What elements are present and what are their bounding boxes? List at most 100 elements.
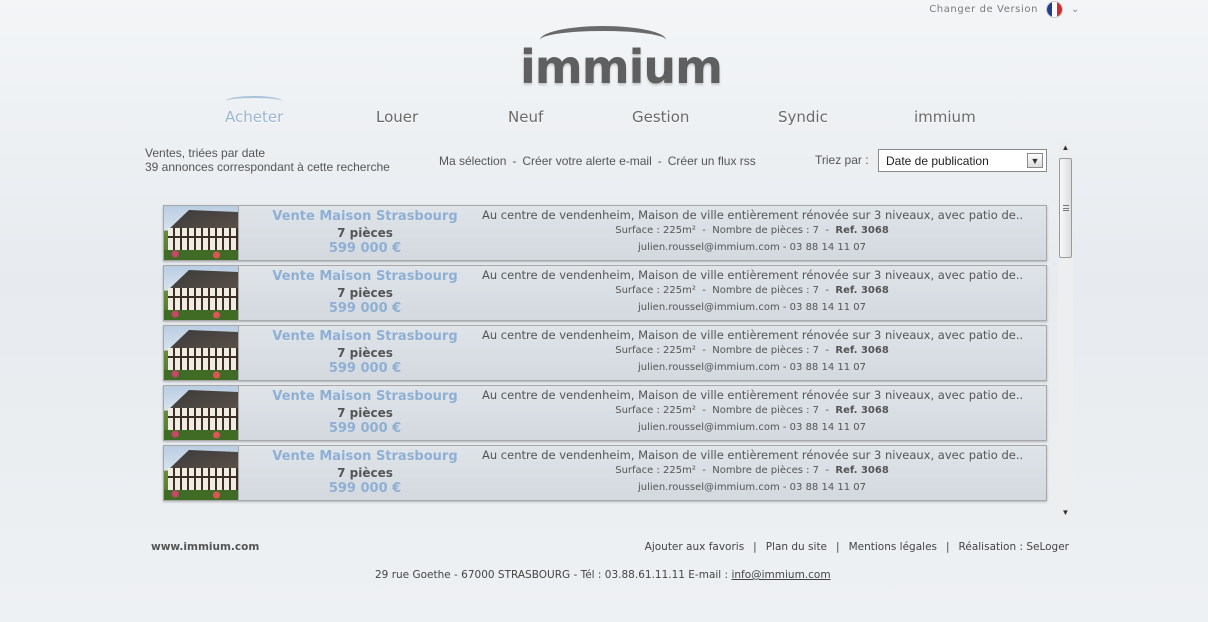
footer-links: Ajouter aux favoris | Plan du site | Mention… bbox=[645, 541, 1069, 553]
house-photo[interactable] bbox=[164, 206, 239, 260]
house-photo[interactable] bbox=[164, 446, 239, 500]
rss-link[interactable]: Créer un flux rss bbox=[668, 154, 756, 168]
listing-contact: julien.roussel@immium.com - 03 88 14 11 … bbox=[638, 422, 866, 433]
listing-room-count: Nombre de pièces : 7 bbox=[712, 285, 820, 296]
listing-title[interactable]: Vente Maison Strasbourg bbox=[240, 389, 490, 404]
nav-item-neuf[interactable]: Neuf bbox=[508, 108, 543, 126]
contact-email-link[interactable]: info@immium.com bbox=[731, 569, 830, 581]
listing-rooms: 7 pièces bbox=[337, 466, 393, 480]
listing-list: Vente Maison Strasbourg 7 pièces 599 000… bbox=[163, 205, 1047, 505]
scroll-up-icon[interactable]: ▲ bbox=[1058, 140, 1073, 155]
nav-item-louer[interactable]: Louer bbox=[376, 108, 418, 126]
nav-item-immium[interactable]: immium bbox=[914, 108, 976, 126]
dropdown-arrow-icon[interactable]: ▼ bbox=[1027, 153, 1043, 168]
listing-room-count: Nombre de pièces : 7 bbox=[712, 405, 820, 416]
listing-price: 599 000 € bbox=[328, 421, 402, 436]
house-photo[interactable] bbox=[164, 326, 239, 380]
main-nav: Acheter Louer Neuf Gestion Syndic immium bbox=[192, 96, 1006, 132]
listing-price: 599 000 € bbox=[328, 241, 402, 256]
listing-meta: Surface : 225m² - Nombre de pièces : 7 -… bbox=[615, 285, 889, 296]
listing-description: Au centre de vendenheim, Maison de ville… bbox=[482, 388, 1022, 402]
listing-room-count: Nombre de pièces : 7 bbox=[712, 225, 820, 236]
nav-item-gestion[interactable]: Gestion bbox=[632, 108, 689, 126]
scrollbar[interactable]: ▲ ▼ bbox=[1058, 140, 1073, 520]
nav-item-acheter[interactable]: Acheter bbox=[225, 108, 283, 126]
listing-room-count: Nombre de pièces : 7 bbox=[712, 345, 820, 356]
separator: - bbox=[657, 154, 662, 168]
chevron-down-icon[interactable]: ⌄ bbox=[1071, 4, 1080, 15]
email-alert-link[interactable]: Créer votre alerte e-mail bbox=[522, 154, 651, 168]
results-count: 39 annonces correspondant à cette recher… bbox=[145, 160, 390, 174]
listing-description: Au centre de vendenheim, Maison de ville… bbox=[482, 208, 1022, 222]
listing-title[interactable]: Vente Maison Strasbourg bbox=[240, 209, 490, 224]
active-tab-arc bbox=[226, 96, 282, 106]
footer-address: 29 rue Goethe - 67000 STRASBOURG - Tél :… bbox=[375, 569, 831, 581]
grip-icon bbox=[1063, 205, 1069, 211]
listing-surface: Surface : 225m² bbox=[615, 405, 696, 416]
listing-card[interactable]: Vente Maison Strasbourg 7 pièces 599 000… bbox=[163, 325, 1047, 381]
listing-title[interactable]: Vente Maison Strasbourg bbox=[240, 329, 490, 344]
listing-surface: Surface : 225m² bbox=[615, 465, 696, 476]
listing-meta: Surface : 225m² - Nombre de pièces : 7 -… bbox=[615, 225, 889, 236]
footer-site-url[interactable]: www.immium.com bbox=[151, 541, 259, 553]
legal-link[interactable]: Mentions légales bbox=[849, 541, 937, 553]
add-favorites-link[interactable]: Ajouter aux favoris bbox=[645, 541, 745, 553]
listing-description: Au centre de vendenheim, Maison de ville… bbox=[482, 328, 1022, 342]
listing-surface: Surface : 225m² bbox=[615, 345, 696, 356]
listing-contact: julien.roussel@immium.com - 03 88 14 11 … bbox=[638, 482, 866, 493]
listing-room-count: Nombre de pièces : 7 bbox=[712, 465, 820, 476]
logo[interactable]: immium bbox=[518, 26, 723, 94]
listing-contact: julien.roussel@immium.com - 03 88 14 11 … bbox=[638, 362, 866, 373]
listing-rooms: 7 pièces bbox=[337, 346, 393, 360]
version-switcher[interactable]: Changer de Version ⌄ bbox=[929, 1, 1080, 18]
listing-surface: Surface : 225m² bbox=[615, 285, 696, 296]
sitemap-link[interactable]: Plan du site bbox=[766, 541, 827, 553]
listing-surface: Surface : 225m² bbox=[615, 225, 696, 236]
listing-ref: Ref. 3068 bbox=[835, 285, 889, 296]
results-sort-caption: Ventes, triées par date bbox=[145, 146, 266, 160]
logo-text: immium bbox=[520, 40, 723, 94]
listing-title[interactable]: Vente Maison Strasbourg bbox=[240, 449, 490, 464]
listing-price: 599 000 € bbox=[328, 481, 402, 496]
separator: | bbox=[946, 541, 950, 553]
listing-ref: Ref. 3068 bbox=[835, 465, 889, 476]
version-label[interactable]: Changer de Version bbox=[929, 4, 1038, 15]
scroll-down-icon[interactable]: ▼ bbox=[1058, 505, 1073, 520]
listing-card[interactable]: Vente Maison Strasbourg 7 pièces 599 000… bbox=[163, 385, 1047, 441]
my-selection-link[interactable]: Ma sélection bbox=[439, 154, 506, 168]
listing-meta: Surface : 225m² - Nombre de pièces : 7 -… bbox=[615, 345, 889, 356]
results-summary: Ventes, triées par date 39 annonces corr… bbox=[145, 146, 390, 174]
listing-ref: Ref. 3068 bbox=[835, 225, 889, 236]
listing-rooms: 7 pièces bbox=[337, 286, 393, 300]
listing-ref: Ref. 3068 bbox=[835, 345, 889, 356]
listing-contact: julien.roussel@immium.com - 03 88 14 11 … bbox=[638, 302, 866, 313]
house-photo[interactable] bbox=[164, 386, 239, 440]
listing-meta: Surface : 225m² - Nombre de pièces : 7 -… bbox=[615, 465, 889, 476]
house-photo[interactable] bbox=[164, 266, 239, 320]
listing-price: 599 000 € bbox=[328, 361, 402, 376]
action-links: Ma sélection - Créer votre alerte e-mail - C… bbox=[439, 154, 756, 168]
separator: - bbox=[512, 154, 517, 168]
nav-item-syndic[interactable]: Syndic bbox=[778, 108, 828, 126]
listing-description: Au centre de vendenheim, Maison de ville… bbox=[482, 448, 1022, 462]
french-flag-icon[interactable] bbox=[1046, 1, 1064, 18]
listing-title[interactable]: Vente Maison Strasbourg bbox=[240, 269, 490, 284]
listing-ref: Ref. 3068 bbox=[835, 405, 889, 416]
listing-card[interactable]: Vente Maison Strasbourg 7 pièces 599 000… bbox=[163, 265, 1047, 321]
sort-select[interactable]: Date de publication ▼ bbox=[878, 149, 1047, 172]
scroll-thumb[interactable] bbox=[1059, 158, 1072, 258]
listing-rooms: 7 pièces bbox=[337, 226, 393, 240]
separator: | bbox=[753, 541, 757, 553]
listing-rooms: 7 pièces bbox=[337, 406, 393, 420]
flag-stripe-red bbox=[1057, 2, 1063, 17]
listing-price: 599 000 € bbox=[328, 301, 402, 316]
listing-meta: Surface : 225m² - Nombre de pièces : 7 -… bbox=[615, 405, 889, 416]
listing-card[interactable]: Vente Maison Strasbourg 7 pièces 599 000… bbox=[163, 445, 1047, 501]
credit-link[interactable]: Réalisation : SeLoger bbox=[959, 541, 1069, 553]
listing-contact: julien.roussel@immium.com - 03 88 14 11 … bbox=[638, 242, 866, 253]
separator: | bbox=[836, 541, 840, 553]
sort-label: Triez par : bbox=[815, 153, 869, 167]
address-text: 29 rue Goethe - 67000 STRASBOURG - Tél :… bbox=[375, 569, 729, 581]
listing-card[interactable]: Vente Maison Strasbourg 7 pièces 599 000… bbox=[163, 205, 1047, 261]
listing-description: Au centre de vendenheim, Maison de ville… bbox=[482, 268, 1022, 282]
